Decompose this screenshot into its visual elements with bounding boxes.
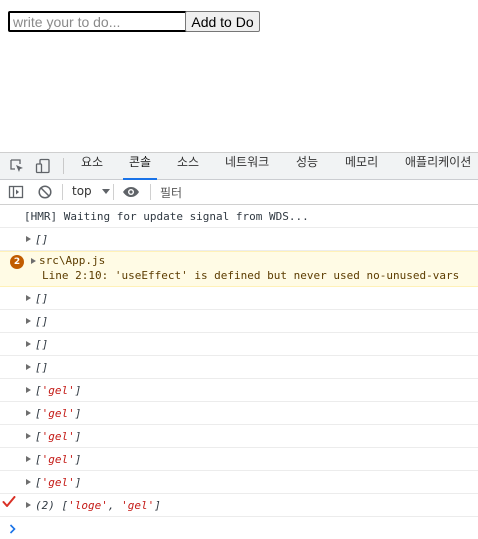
expand-arrow-icon[interactable] (31, 258, 36, 264)
log-row-gel[interactable]: ['gel'] (0, 402, 478, 425)
tab-application[interactable]: 애플리케이션 (405, 153, 471, 179)
log-array-value: (2) ['loge', 'gel'] (35, 499, 161, 512)
bracket-open: [ (35, 476, 42, 489)
expand-arrow-icon[interactable] (26, 295, 31, 301)
log-row-last[interactable]: (2) ['loge', 'gel'] (0, 494, 478, 517)
expand-arrow-icon[interactable] (26, 479, 31, 485)
console-log: [HMR] Waiting for update signal from WDS… (0, 205, 478, 539)
log-array-value: ['gel'] (35, 384, 81, 397)
string-value: 'gel' (41, 476, 75, 489)
bracket-open: [ (35, 430, 42, 443)
toolbar-separator (113, 184, 114, 200)
devtools-tab-bar: 요소 콘솔 소스 네트워크 성능 메모리 애플리케이션 (0, 153, 478, 180)
tab-console[interactable]: 콘솔 (122, 153, 158, 180)
tab-separator (63, 158, 64, 174)
warning-source-file[interactable]: src\App.js (39, 254, 105, 267)
tab-network[interactable]: 네트워크 (225, 153, 269, 179)
separator: , (107, 499, 122, 512)
tab-performance[interactable]: 성능 (296, 153, 318, 179)
device-toolbar-icon[interactable] (35, 158, 51, 174)
string-value: 'gel' (41, 407, 75, 420)
bracket-close: ] (74, 430, 82, 443)
devtools-panel: 요소 콘솔 소스 네트워크 성능 메모리 애플리케이션 top 필터 [HMR]… (0, 152, 478, 534)
log-row-gel[interactable]: ['gel'] (0, 379, 478, 402)
expand-arrow-icon[interactable] (26, 318, 31, 324)
warning-count-badge: 2 (10, 255, 24, 269)
log-array-value: [] (35, 315, 49, 328)
context-select[interactable]: top (72, 184, 110, 200)
clear-console-icon[interactable] (37, 184, 53, 200)
live-expression-eye-icon[interactable] (122, 184, 139, 200)
log-row-hmr: [HMR] Waiting for update signal from WDS… (0, 205, 478, 228)
expand-arrow-icon[interactable] (26, 341, 31, 347)
log-row-array[interactable]: [] (0, 310, 478, 333)
bracket-close: ] (74, 476, 82, 489)
log-array-value: [] (35, 338, 49, 351)
log-array-value: [] (35, 233, 49, 246)
bracket-close: ] (74, 407, 82, 420)
bracket-close: ] (154, 499, 161, 512)
log-array-value: ['gel'] (35, 407, 81, 420)
toolbar-separator (62, 184, 63, 200)
warning-row[interactable]: 2 src\App.js Line 2:10: 'useEffect' is d… (0, 251, 478, 287)
bracket-open: [ (35, 407, 42, 420)
warning-message: Line 2:10: 'useEffect' is defined but ne… (42, 269, 460, 282)
expand-arrow-icon[interactable] (26, 236, 31, 242)
context-select-value: top (72, 184, 92, 198)
checkmark-icon (2, 496, 16, 511)
expand-arrow-icon[interactable] (26, 364, 31, 370)
tab-sources[interactable]: 소스 (177, 153, 199, 179)
string-value: 'gel' (41, 384, 75, 397)
inspect-element-icon[interactable] (9, 158, 25, 174)
string-value: 'loge' (68, 499, 108, 512)
expand-arrow-icon[interactable] (26, 502, 31, 508)
expand-arrow-icon[interactable] (26, 410, 31, 416)
log-row-array[interactable]: [] (0, 333, 478, 356)
log-array-value: [] (35, 361, 49, 374)
log-row-gel[interactable]: ['gel'] (0, 471, 478, 494)
log-row-array[interactable]: [] (0, 287, 478, 310)
bracket-close: ] (74, 384, 82, 397)
string-value: 'gel' (41, 453, 75, 466)
log-array-value: [] (35, 292, 49, 305)
todo-input[interactable] (8, 11, 188, 32)
log-row-gel[interactable]: ['gel'] (0, 425, 478, 448)
string-value: 'gel' (41, 430, 75, 443)
log-array-value: ['gel'] (35, 476, 81, 489)
dropdown-arrow-icon (101, 189, 110, 194)
bracket-open: [ (35, 384, 42, 397)
sidebar-toggle-icon[interactable] (8, 184, 24, 200)
bracket-close: ] (74, 453, 82, 466)
log-message: [HMR] Waiting for update signal from WDS… (24, 210, 309, 223)
expand-arrow-icon[interactable] (26, 387, 31, 393)
add-todo-button[interactable]: Add to Do (185, 11, 260, 32)
filter-input[interactable]: 필터 (160, 184, 182, 200)
log-row-gel[interactable]: ['gel'] (0, 448, 478, 471)
tab-memory[interactable]: 메모리 (345, 153, 378, 179)
log-array-value: ['gel'] (35, 453, 81, 466)
app-viewport: Add to Do (0, 0, 478, 152)
tab-elements[interactable]: 요소 (81, 153, 103, 179)
array-length: (2) (35, 499, 55, 512)
log-row-array[interactable]: [] (0, 228, 478, 251)
expand-arrow-icon[interactable] (26, 433, 31, 439)
toolbar-separator (150, 184, 151, 200)
bracket-open: [ (35, 453, 42, 466)
log-row-array[interactable]: [] (0, 356, 478, 379)
prompt-chevron-icon (8, 520, 18, 534)
expand-arrow-icon[interactable] (26, 456, 31, 462)
log-array-value: ['gel'] (35, 430, 81, 443)
string-value: 'gel' (121, 499, 155, 512)
console-toolbar: top 필터 (0, 180, 478, 205)
console-prompt[interactable] (0, 517, 478, 539)
